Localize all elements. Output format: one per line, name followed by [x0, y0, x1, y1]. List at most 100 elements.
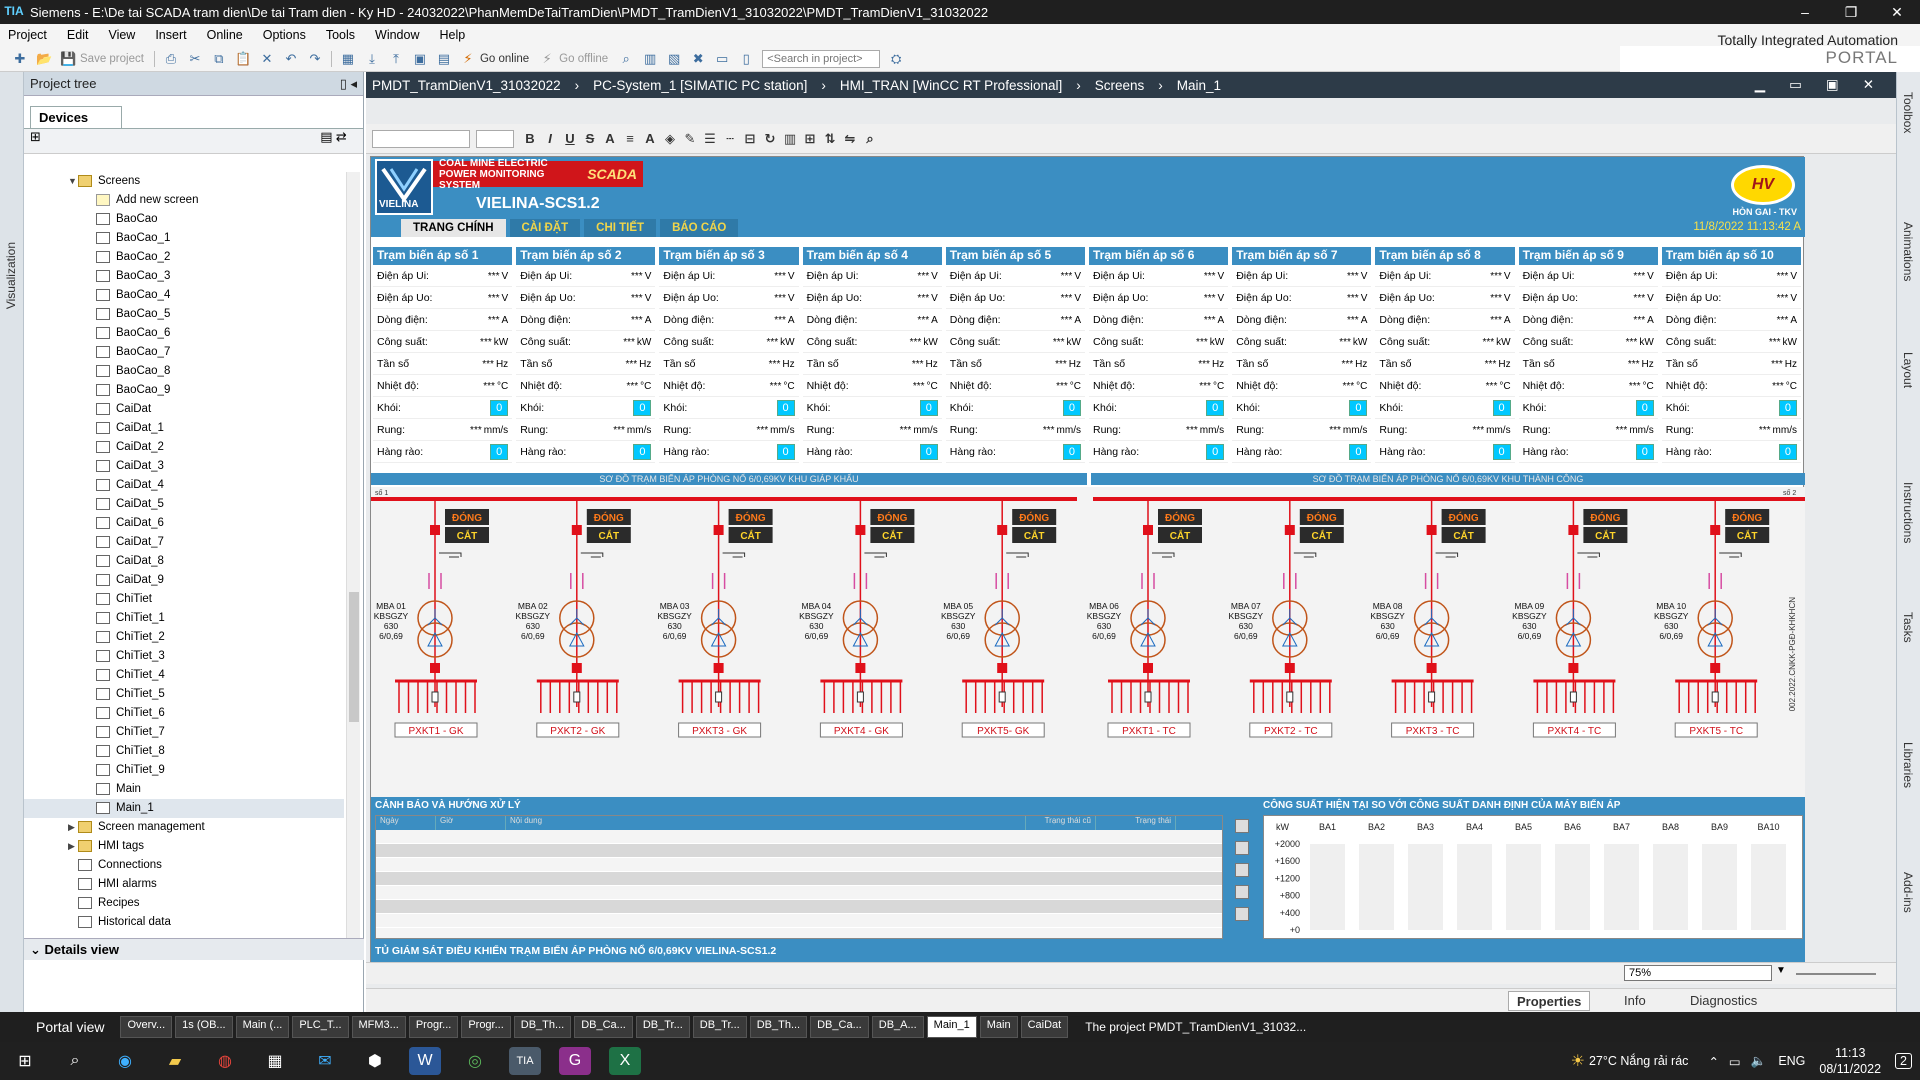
- tree-item[interactable]: CaiDat_1: [24, 419, 344, 438]
- portal-task-tab[interactable]: DB_Ca...: [574, 1016, 633, 1038]
- tree-item[interactable]: CaiDat_8: [24, 552, 344, 571]
- alarm-row[interactable]: [376, 886, 1222, 900]
- station-card[interactable]: Trạm biến áp số 6 Điện áp Ui: *** V Điện áp …: [1089, 247, 1229, 471]
- tree-item[interactable]: ▶ HMI tags: [24, 837, 344, 856]
- editor-maximize-icon[interactable]: ▣: [1826, 77, 1839, 92]
- tree-item[interactable]: ChiTiet_4: [24, 666, 344, 685]
- zoom-icon[interactable]: ⌕: [862, 131, 878, 147]
- cross-reference-icon[interactable]: ✖: [690, 51, 706, 67]
- tree-item[interactable]: CaiDat: [24, 400, 344, 419]
- menu-online[interactable]: Online: [207, 28, 243, 42]
- breadcrumb-item[interactable]: PC-System_1 [SIMATIC PC station]: [593, 78, 807, 93]
- breadcrumb-item[interactable]: HMI_TRAN [WinCC RT Professional]: [840, 78, 1062, 93]
- portal-task-tab[interactable]: Main_1: [926, 1016, 977, 1038]
- network-view-icon[interactable]: ⊞: [30, 129, 41, 144]
- hmi-nav-tab[interactable]: TRANG CHÍNH: [401, 219, 506, 237]
- station-card[interactable]: Trạm biến áp số 4 Điện áp Ui: *** V Điện áp …: [802, 247, 942, 471]
- upload-icon[interactable]: ⤒: [388, 51, 404, 67]
- go-online-icon[interactable]: ⚡: [460, 51, 476, 67]
- split-vertical-icon[interactable]: ▯: [738, 51, 754, 67]
- app-icon[interactable]: ⬢: [359, 1047, 391, 1075]
- tree-item[interactable]: ChiTiet: [24, 590, 344, 609]
- zoom-slider[interactable]: [1796, 973, 1876, 975]
- alarm-row[interactable]: [376, 914, 1222, 928]
- runtime-icon[interactable]: ▤: [436, 51, 452, 67]
- pin-icon[interactable]: ▯: [340, 76, 347, 91]
- tab-diagnostics[interactable]: Diagnostics: [1682, 991, 1765, 1011]
- line-style-icon[interactable]: ┄: [722, 131, 738, 147]
- tree-item[interactable]: BaoCao_1: [24, 229, 344, 248]
- tab-toolbox[interactable]: Toolbox: [1901, 92, 1915, 133]
- editor-float-icon[interactable]: ▭: [1789, 77, 1802, 92]
- tree-item[interactable]: ChiTiet_2: [24, 628, 344, 647]
- alarm-column-header[interactable]: Nội dung: [506, 816, 1026, 830]
- tree-item[interactable]: ChiTiet_6: [24, 704, 344, 723]
- tree-item[interactable]: ChiTiet_7: [24, 723, 344, 742]
- portal-view-button[interactable]: Portal view: [0, 1019, 120, 1035]
- alarm-up-icon[interactable]: [1235, 841, 1249, 855]
- portal-task-tab[interactable]: MFM3...: [351, 1016, 406, 1038]
- tree-item[interactable]: CaiDat_4: [24, 476, 344, 495]
- tree-item[interactable]: ChiTiet_1: [24, 609, 344, 628]
- edge-icon[interactable]: ◉: [109, 1047, 141, 1075]
- alarm-column-header[interactable]: Trạng thái cũ: [1026, 816, 1096, 830]
- network-icon[interactable]: ▭: [1729, 1054, 1741, 1069]
- tab-tasks[interactable]: Tasks: [1901, 612, 1915, 643]
- tree-item[interactable]: BaoCao_5: [24, 305, 344, 324]
- alarm-column-header[interactable]: Trạng thái: [1096, 816, 1176, 830]
- tree-item[interactable]: ▶ Screen management: [24, 818, 344, 837]
- station-card[interactable]: Trạm biến áp số 3 Điện áp Ui: *** V Điện áp …: [659, 247, 799, 471]
- alarm-column-header[interactable]: Ngày: [376, 816, 436, 830]
- tree-item[interactable]: HMI alarms: [24, 875, 344, 894]
- portal-task-tab[interactable]: Progr...: [461, 1016, 511, 1038]
- alarm-row[interactable]: [376, 844, 1222, 858]
- tree-item[interactable]: CaiDat_2: [24, 438, 344, 457]
- station-card[interactable]: Trạm biến áp số 10 Điện áp Ui: *** V Điện áp…: [1661, 247, 1801, 471]
- search-project-input[interactable]: [762, 49, 881, 68]
- delete-icon[interactable]: ✕: [259, 51, 275, 67]
- start-cpu-icon[interactable]: ▥: [642, 51, 658, 67]
- maximize-button[interactable]: ❐: [1828, 0, 1874, 24]
- flip-icon[interactable]: ⇋: [842, 131, 858, 147]
- zoom-dropdown-icon[interactable]: ▼: [1776, 965, 1786, 976]
- menu-options[interactable]: Options: [263, 28, 306, 42]
- menu-view[interactable]: View: [108, 28, 135, 42]
- alarm-history-icon[interactable]: [1235, 885, 1249, 899]
- distribute-icon[interactable]: ▥: [782, 131, 798, 147]
- print-icon[interactable]: ⎙: [163, 51, 179, 67]
- text-color-icon[interactable]: A: [642, 131, 658, 146]
- weather-text[interactable]: 27°C Nắng rải rác: [1589, 1054, 1689, 1068]
- tree-item[interactable]: Recipes: [24, 894, 344, 913]
- font-size-select[interactable]: [476, 129, 514, 148]
- expand-down-icon[interactable]: ▼: [68, 172, 78, 191]
- tree-item[interactable]: BaoCao_7: [24, 343, 344, 362]
- go-offline-button[interactable]: Go offline: [559, 53, 608, 65]
- breadcrumb-item[interactable]: Main_1: [1177, 78, 1221, 93]
- undo-icon[interactable]: ↶: [283, 51, 299, 67]
- alarm-column-header[interactable]: Giờ: [436, 816, 506, 830]
- align-icon[interactable]: ≡: [622, 131, 638, 146]
- station-card[interactable]: Trạm biến áp số 8 Điện áp Ui: *** V Điện áp …: [1375, 247, 1515, 471]
- expand-right-icon[interactable]: ▶: [68, 818, 78, 837]
- tree-item[interactable]: CaiDat_5: [24, 495, 344, 514]
- details-view-title[interactable]: Details view: [45, 942, 119, 957]
- alarm-table[interactable]: Ngày Giờ Nội dung Trạng thái cũ Trạng thái: [375, 815, 1223, 939]
- tree-item[interactable]: ChiTiet_5: [24, 685, 344, 704]
- tree-item[interactable]: Main: [24, 780, 344, 799]
- alarm-row[interactable]: [376, 900, 1222, 914]
- tree-item[interactable]: BaoCao_4: [24, 286, 344, 305]
- tree-item[interactable]: ChiTiet_8: [24, 742, 344, 761]
- breadcrumb-item[interactable]: Screens: [1095, 78, 1145, 93]
- portal-task-tab[interactable]: Main (...: [235, 1016, 290, 1038]
- hmi-nav-tab[interactable]: CHI TIẾT: [584, 219, 657, 237]
- alarm-row[interactable]: [376, 872, 1222, 886]
- tree-item[interactable]: BaoCao_6: [24, 324, 344, 343]
- tab-devices[interactable]: Devices: [30, 106, 122, 128]
- collapse-left-icon[interactable]: ◂: [350, 76, 357, 91]
- tree-item[interactable]: ChiTiet_3: [24, 647, 344, 666]
- alarm-row[interactable]: [376, 858, 1222, 872]
- tab-properties[interactable]: Properties: [1508, 991, 1591, 1011]
- alarm-row[interactable]: [376, 830, 1222, 844]
- tree-item[interactable]: CaiDat_7: [24, 533, 344, 552]
- station-card[interactable]: Trạm biến áp số 7 Điện áp Ui: *** V Điện áp …: [1232, 247, 1372, 471]
